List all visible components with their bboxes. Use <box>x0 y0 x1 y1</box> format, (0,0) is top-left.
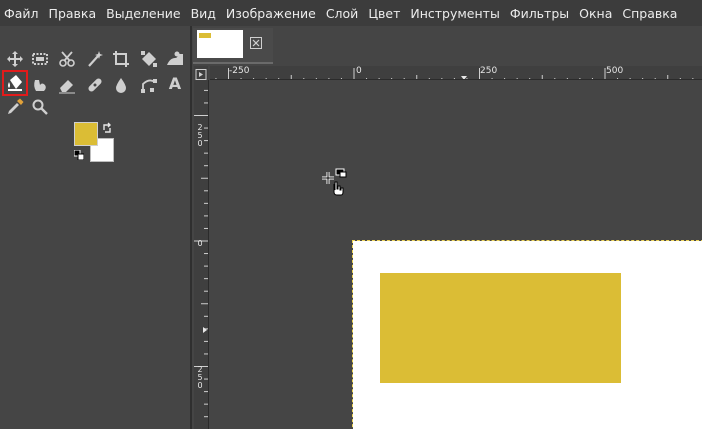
warp-icon <box>167 51 183 65</box>
ruler-vlabel-0: 0 <box>197 239 203 248</box>
bucket-fill-tool[interactable] <box>2 70 28 96</box>
ruler-label-500: 500 <box>606 66 624 76</box>
filled-rectangle[interactable] <box>380 273 621 383</box>
vertical-ruler[interactable]: 250 0 250 <box>194 80 209 429</box>
eyedropper-icon <box>8 98 24 114</box>
ruler-vlabel-250-bottom: 250 <box>197 365 203 390</box>
paths-tool[interactable] <box>138 74 160 96</box>
zoom-tool[interactable] <box>29 96 51 118</box>
warp-transform-tool[interactable] <box>164 48 186 70</box>
menu-layer[interactable]: Слой <box>321 6 364 21</box>
menu-help[interactable]: Справка <box>617 6 682 21</box>
bucket-fill-cursor-icon <box>322 168 347 196</box>
ruler-corner-menu-button[interactable] <box>194 66 208 80</box>
bandage-icon <box>88 78 102 92</box>
menu-file[interactable]: Файл <box>0 6 44 21</box>
ruler-vlabel-250-top: 250 <box>197 123 203 148</box>
image-layer[interactable] <box>352 240 702 429</box>
crop-icon <box>113 51 129 67</box>
rect-select-tool[interactable] <box>29 48 51 70</box>
foreground-color-swatch[interactable] <box>74 122 98 146</box>
smudge-tool[interactable] <box>29 74 51 96</box>
scissors-icon <box>59 51 75 67</box>
magnifier-icon <box>32 99 48 115</box>
swap-colors-icon[interactable] <box>102 122 114 134</box>
droplet-icon <box>116 78 126 93</box>
menu-edit[interactable]: Правка <box>44 6 102 21</box>
text-tool[interactable]: A <box>164 72 186 94</box>
menu-select[interactable]: Выделение <box>101 6 185 21</box>
text-tool-glyph: A <box>168 73 182 93</box>
menu-windows[interactable]: Окна <box>574 6 617 21</box>
image-canvas[interactable] <box>210 80 702 429</box>
image-thumbnail <box>197 30 243 58</box>
menubar: Файл Правка Выделение Вид Изображение Сл… <box>0 0 702 26</box>
ruler-label-0: 0 <box>356 66 362 76</box>
toolbox: A <box>0 26 190 429</box>
paths-icon <box>141 79 157 93</box>
heal-tool[interactable] <box>84 74 106 96</box>
image-tab[interactable] <box>193 28 273 64</box>
menu-image[interactable]: Изображение <box>221 6 321 21</box>
color-picker-tool[interactable] <box>4 96 26 118</box>
move-icon <box>7 51 23 67</box>
blur-tool[interactable] <box>110 74 132 96</box>
horizontal-ruler-ticks <box>215 68 694 79</box>
panel-divider[interactable] <box>190 26 192 429</box>
horizontal-ruler[interactable]: -250 0 250 500 <box>210 66 702 80</box>
thumbnail-fill-rect <box>199 33 211 38</box>
ruler-label-neg250: -250 <box>229 66 250 76</box>
default-colors-icon[interactable] <box>74 150 84 160</box>
rect-select-icon <box>32 53 48 65</box>
transform-icon <box>141 51 157 67</box>
close-tab-icon[interactable] <box>250 37 262 49</box>
bucket-fill-icon <box>8 75 22 91</box>
menu-view[interactable]: Вид <box>186 6 221 21</box>
unified-transform-tool[interactable] <box>138 48 160 70</box>
menu-colors[interactable]: Цвет <box>363 6 405 21</box>
ruler-label-250: 250 <box>480 66 498 76</box>
eraser-icon <box>59 80 75 94</box>
crop-tool[interactable] <box>110 48 132 70</box>
fuzzy-select-tool[interactable] <box>84 48 106 70</box>
smudge-icon <box>34 80 46 91</box>
magic-wand-icon <box>88 51 103 67</box>
scissors-select-tool[interactable] <box>56 48 78 70</box>
menu-tools[interactable]: Инструменты <box>405 6 504 21</box>
eraser-tool[interactable] <box>56 74 78 96</box>
move-tool[interactable] <box>4 48 26 70</box>
menu-filters[interactable]: Фильтры <box>505 6 574 21</box>
